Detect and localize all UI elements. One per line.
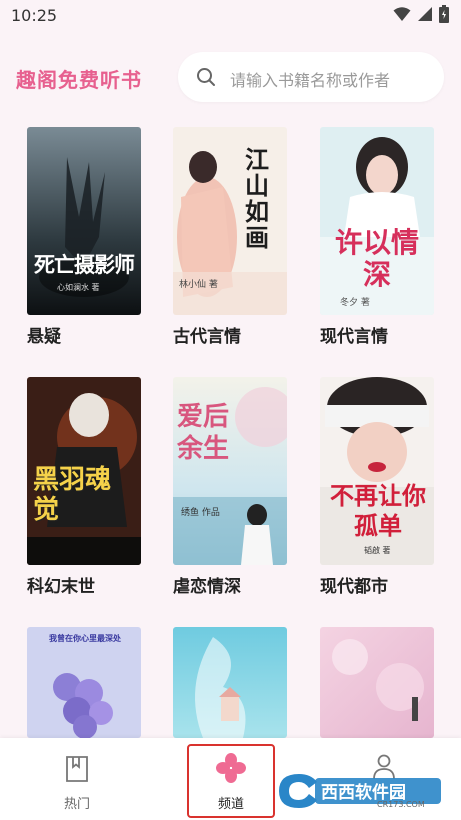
category-label[interactable]: 古代言情 <box>173 322 241 347</box>
book-cover-ancient-romance[interactable]: 江山如画 林小仙 著 <box>173 127 287 315</box>
cover-title: 死亡摄影师 <box>34 252 135 277</box>
category-label[interactable]: 悬疑 <box>27 322 61 347</box>
cover-author: 林小仙 著 <box>179 280 218 290</box>
book-cover-urban[interactable]: 不再让你孤单 韬啟 著 <box>320 377 434 565</box>
status-bar: 10:25 <box>0 0 461 34</box>
category-label[interactable]: 虐恋情深 <box>173 572 241 597</box>
cover-title: 江山如画 <box>245 145 269 252</box>
wifi-icon <box>393 7 411 21</box>
book-cover-row3-2[interactable] <box>173 627 287 738</box>
book-cover-row3-3[interactable] <box>320 627 434 738</box>
cover-title: 爱后余生 <box>177 402 230 464</box>
battery-icon <box>439 5 449 23</box>
search-placeholder: 请输入书籍名称或作者 <box>230 71 391 90</box>
cover-author: 心如澜水 著 <box>57 283 100 292</box>
category-label[interactable]: 现代都市 <box>320 572 388 597</box>
book-cover-modern-romance[interactable]: 许以情深 冬夕 著 <box>320 127 434 315</box>
cover-title: 许以情深 <box>334 226 419 291</box>
search-box[interactable]: 请输入书籍名称或作者 <box>178 52 444 102</box>
cover-author: 绣鱼 作品 <box>181 508 220 518</box>
tab-hot[interactable]: 热门 <box>27 738 127 820</box>
cover-title: 不再让你孤单 <box>330 481 426 540</box>
category-label[interactable]: 科幻末世 <box>27 572 95 597</box>
cover-author: 韬啟 著 <box>364 546 391 555</box>
status-icons <box>393 5 449 23</box>
app-title: 趣阁免费听书 <box>16 68 142 92</box>
watermark-sub: CR173.COM <box>377 800 425 809</box>
cover-author: 冬夕 著 <box>340 298 370 308</box>
book-cover-row3-1[interactable]: 我曾在你心里最深处 <box>27 627 141 738</box>
watermark-logo: 西西软件园 CR173.COM <box>275 770 445 812</box>
cover-title: 黑羽魂觉 <box>33 465 112 525</box>
highlight-box <box>187 744 275 818</box>
search-icon <box>197 68 215 86</box>
book-cover-scifi[interactable]: 黑羽魂觉 <box>27 377 141 565</box>
tab-label: 热门 <box>63 797 90 812</box>
status-time: 10:25 <box>11 6 58 25</box>
signal-icon <box>418 7 432 21</box>
header: 趣阁免费听书 请输入书籍名称或作者 <box>0 44 461 108</box>
book-cover-tragic-romance[interactable]: 爱后余生 绣鱼 作品 <box>173 377 287 565</box>
book-cover-suspense[interactable]: 死亡摄影师 心如澜水 著 <box>27 127 141 315</box>
bookmark-icon <box>66 756 88 782</box>
cover-title: 我曾在你心里最深处 <box>49 633 121 643</box>
category-label[interactable]: 现代言情 <box>320 322 388 347</box>
